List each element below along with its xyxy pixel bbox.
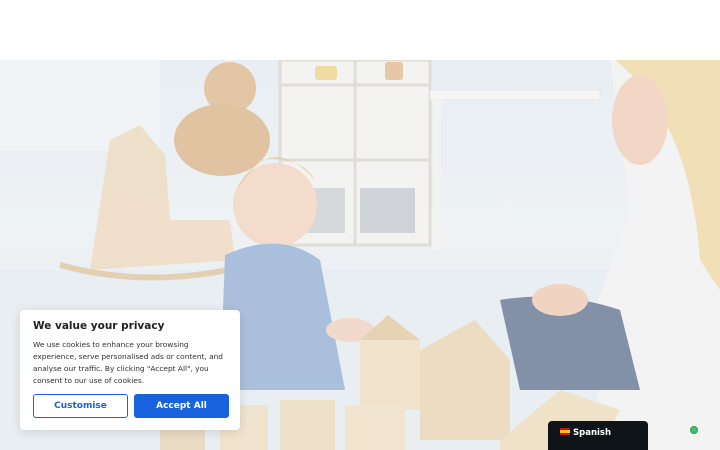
cookie-banner-title: We value your privacy [33, 320, 165, 332]
spain-flag-icon [560, 428, 570, 435]
language-label: Spanish [573, 428, 612, 438]
cookie-banner-text: We use cookies to enhance your browsing … [33, 340, 224, 385]
language-switcher[interactable]: Spanish [548, 421, 648, 450]
accept-all-button[interactable]: Accept All [134, 394, 229, 418]
chat-status-icon[interactable] [690, 426, 698, 434]
customise-button[interactable]: Customise [33, 394, 128, 418]
site-header [0, 0, 720, 60]
cookie-consent-banner: We value your privacy We use cookies to … [20, 310, 240, 430]
